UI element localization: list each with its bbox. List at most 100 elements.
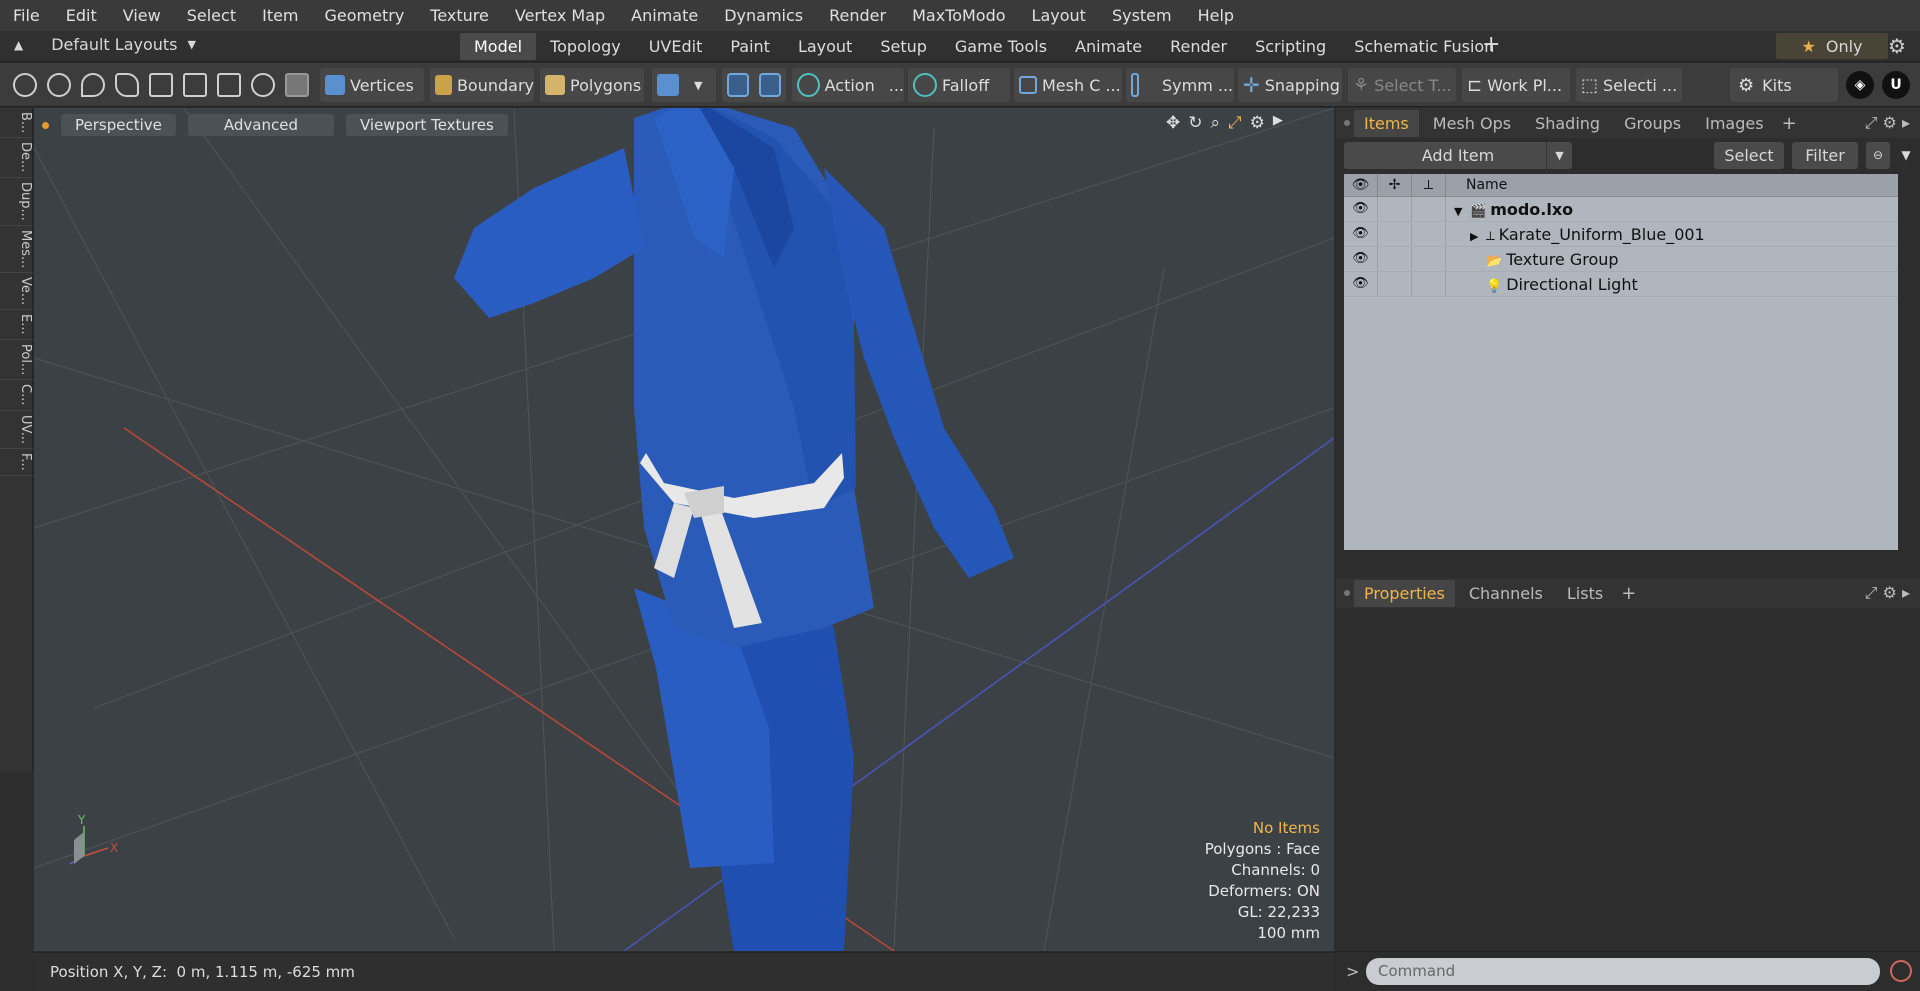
panel-options-icon[interactable]: ⤢ ⚙ ▸ [1865,113,1910,133]
panel-tab-items[interactable]: Items [1354,109,1419,137]
panel-tab-groups[interactable]: Groups [1614,110,1691,137]
advanced-button[interactable]: Advanced [187,114,334,136]
lock-cell[interactable] [1378,222,1412,246]
tab-topology[interactable]: Topology [536,33,635,60]
command-input[interactable]: Command [1366,958,1880,985]
add-item-button[interactable]: Add Item ▼ [1344,142,1572,169]
add-tab-button[interactable]: + [1482,32,1500,57]
tree-row[interactable]: 👁 📂 Texture Group [1344,247,1898,272]
slash-circle-icon[interactable] [251,73,275,97]
play-icon[interactable]: ▶ [1273,113,1283,133]
menu-geometry[interactable]: Geometry [312,6,418,25]
funnel-icon[interactable]: ▼ [1894,142,1918,169]
lock-cell[interactable] [1378,272,1412,296]
globe-icon[interactable] [47,73,71,97]
gear-icon[interactable]: ⚙ [1888,34,1906,58]
rotate-icon[interactable]: ↻ [1188,113,1202,133]
left-strip-tab[interactable]: Dup... [0,178,33,226]
tab-animate[interactable]: Animate [1061,33,1156,60]
gear-icon[interactable]: ⚙ [1250,113,1265,133]
material-mode-button[interactable]: ▼ [652,68,716,102]
menu-render[interactable]: Render [816,6,899,25]
tab-uvedit[interactable]: UVEdit [635,33,717,60]
zoom-icon[interactable]: ⌕ [1211,113,1221,133]
menu-system[interactable]: System [1099,6,1185,25]
square-circle-icon[interactable] [217,73,241,97]
menu-dynamics[interactable]: Dynamics [711,6,816,25]
tab-model[interactable]: Model [460,33,537,60]
unity-icon[interactable]: ◈ [1846,71,1874,99]
lock-cell[interactable] [1378,247,1412,271]
kits-button[interactable]: ⚙ Kits [1730,68,1838,102]
menu-edit[interactable]: Edit [53,6,110,25]
panel-tab-mesh-ops[interactable]: Mesh Ops [1423,110,1521,137]
tree-item[interactable]: ▼ 🎬 modo.lxo [1446,200,1573,219]
karate-uniform-model[interactable] [454,108,1014,951]
circle-select-icon[interactable] [13,73,37,97]
record-icon[interactable] [1890,960,1912,982]
left-strip-tab[interactable]: UV... [0,411,33,449]
menu-texture[interactable]: Texture [417,6,502,25]
visibility-eye-icon[interactable]: 👁 [1344,247,1378,271]
action-center-button[interactable]: Action ... [792,68,904,102]
pen-icon[interactable] [81,73,105,97]
menu-select[interactable]: Select [174,6,249,25]
tab-paint[interactable]: Paint [716,33,784,60]
panel-options-icon[interactable]: ⤢ ⚙ ▸ [1865,583,1910,603]
viewport-textures-button[interactable]: Viewport Textures [345,114,508,136]
item-mode-icon[interactable] [285,73,309,97]
left-strip-tab[interactable]: F... [0,449,33,476]
select-button[interactable]: Select [1714,142,1784,169]
props-tab-channels[interactable]: Channels [1459,580,1553,607]
left-strip-tab[interactable]: C... [0,380,33,411]
left-strip-tab[interactable]: Mes... [0,226,33,274]
work-plane-button[interactable]: ⊏ Work Pl... [1462,68,1570,102]
menu-view[interactable]: View [110,6,174,25]
expand-arrow-icon[interactable]: ▼ [1454,205,1470,218]
collapse-icon[interactable]: ⊖ [1866,142,1890,169]
snapping-button[interactable]: ✛ Snapping [1238,68,1342,102]
pan-icon[interactable]: ✥ [1166,113,1180,133]
lock-cell[interactable] [1378,197,1412,221]
menu-vertex-map[interactable]: Vertex Map [502,6,618,25]
chevron-down-icon[interactable]: ▼ [1546,142,1572,169]
filter-button[interactable]: Filter [1792,142,1858,169]
3d-viewport[interactable]: Y X Perspective Advanced Viewport Textur… [34,108,1334,951]
props-tab-lists[interactable]: Lists [1557,580,1613,607]
polygons-button[interactable]: Polygons [540,68,644,102]
tab-render[interactable]: Render [1156,33,1241,60]
tab-layout[interactable]: Layout [784,33,866,60]
symmetry-button[interactable]: Symm ... [1126,68,1234,102]
maximize-icon[interactable]: ⤢ [1228,113,1242,133]
symmetry-shield-buttons[interactable] [722,68,786,102]
tree-row[interactable]: 👁 💡 Directional Light [1344,272,1898,297]
tab-game-tools[interactable]: Game Tools [941,33,1061,60]
menu-file[interactable]: File [0,6,53,25]
panel-tab-shading[interactable]: Shading [1525,110,1610,137]
expand-arrow-icon[interactable]: ▶ [1470,230,1486,243]
selection-sets-button[interactable]: ⬚ Selecti ... [1576,68,1682,102]
falloff-button[interactable]: Falloff [908,68,1010,102]
unreal-icon[interactable]: U [1882,71,1910,99]
menu-help[interactable]: Help [1185,6,1247,25]
tab-scripting[interactable]: Scripting [1241,33,1340,60]
left-strip-tab[interactable]: B... [0,108,33,139]
panel-tab-images[interactable]: Images [1695,110,1773,137]
tree-item[interactable]: 💡 Directional Light [1446,275,1638,294]
left-strip-tab[interactable]: Ve... [0,273,33,311]
collapse-icon[interactable]: ▲ [14,38,23,52]
grid-icon[interactable] [183,73,207,97]
visibility-eye-icon[interactable]: 👁 [1344,272,1378,296]
menu-layout[interactable]: Layout [1019,6,1099,25]
menu-maxtomodo[interactable]: MaxToModo [899,6,1018,25]
perspective-button[interactable]: Perspective [61,114,176,136]
boundary-button[interactable]: Boundary [430,68,534,102]
tree-item[interactable]: ▶ ⟂ Karate_Uniform_Blue_001 [1446,225,1705,244]
menu-item[interactable]: Item [249,6,311,25]
left-strip-tab[interactable]: De... [0,138,33,178]
only-toggle[interactable]: ★ Only [1776,33,1888,59]
select-through-button[interactable]: ⚘ Select T... [1348,68,1456,102]
props-tab-properties[interactable]: Properties [1354,579,1455,607]
left-strip-tab[interactable]: Pol... [0,340,33,381]
add-panel-tab-button[interactable]: + [1782,113,1797,134]
